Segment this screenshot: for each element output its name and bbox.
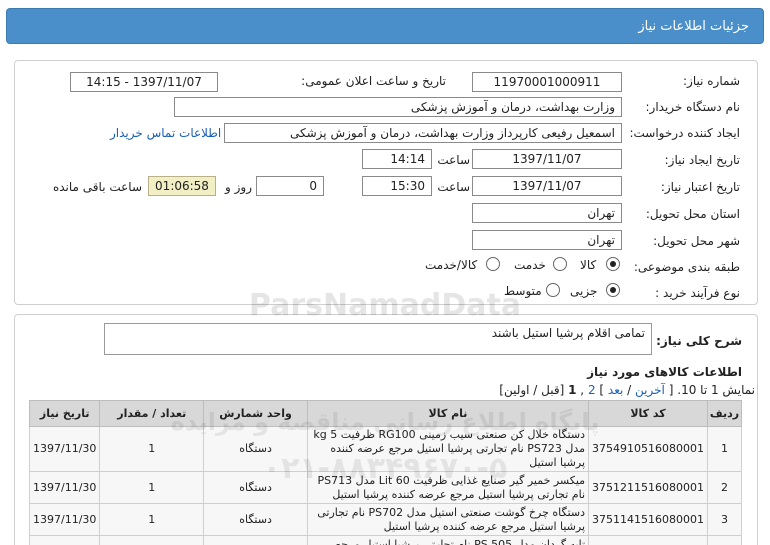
- create-time-label: ساعت: [437, 153, 470, 167]
- items-section-title: اطلاعات کالاهای مورد نیاز: [587, 365, 742, 379]
- col-name: نام کالا: [306, 400, 590, 427]
- remaining-time-field: 01:06:58: [148, 176, 216, 196]
- cell-code: 3752532516080001: [588, 535, 709, 545]
- category-label: طبقه بندی موضوعی:: [633, 260, 740, 274]
- cell-unit: دستگاه: [203, 535, 308, 545]
- process-minor-label: جزیی: [570, 284, 598, 298]
- cell-row: 1: [707, 426, 742, 472]
- table-header-row: ردیف کد کالا نام کالا واحد شمارش تعداد /…: [28, 400, 742, 427]
- creator-field[interactable]: اسمعیل رفیعی کارپرداز وزارت بهداشت، درما…: [224, 123, 622, 143]
- cell-date: 1397/11/30: [28, 535, 101, 545]
- cell-unit: دستگاه: [203, 471, 308, 504]
- cell-name: دستگاه چرخ گوشت صنعتی استیل مدل PS702 نا…: [306, 503, 590, 536]
- process-minor-radio[interactable]: [606, 283, 620, 297]
- cell-qty: 1: [99, 535, 205, 545]
- province-field[interactable]: تهران: [472, 203, 622, 223]
- buyer-label: نام دستگاه خریدار:: [645, 100, 741, 114]
- table-row[interactable]: 3 3751141516080001 دستگاه چرخ گوشت صنعتی…: [28, 503, 742, 536]
- create-date-field[interactable]: 1397/11/07: [472, 149, 622, 169]
- pager-last-link[interactable]: آخرین: [635, 383, 665, 397]
- page-title: جزئیات اطلاعات نیاز: [638, 19, 749, 34]
- announce-field[interactable]: 1397/11/07 - 14:15: [70, 72, 218, 92]
- pager: نمایش 1 تا 10. [ آخرین / بعد ] 2 , 1 [قب…: [499, 383, 755, 397]
- items-table: ردیف کد کالا نام کالا واحد شمارش تعداد /…: [28, 400, 742, 545]
- cell-date: 1397/11/30: [28, 426, 101, 472]
- category-goods-label: کالا: [580, 258, 597, 272]
- create-time-field[interactable]: 14:14: [362, 149, 432, 169]
- table-row[interactable]: 1 3754910516080001 دستگاه خلال کن صنعتی …: [28, 426, 742, 472]
- category-service-radio[interactable]: [553, 257, 567, 271]
- pager-prefix: نمایش 1 تا 10.: [677, 383, 755, 397]
- buyer-contact-link[interactable]: اطلاعات تماس خریدار: [110, 126, 221, 140]
- cell-code: 3754910516080001: [588, 426, 709, 472]
- col-unit: واحد شمارش: [203, 400, 308, 427]
- city-label: شهر محل تحویل:: [653, 234, 740, 248]
- table-row[interactable]: 4 3752532516080001 تابه گردان مدل PS 505…: [28, 535, 742, 545]
- validity-label: تاریخ اعتبار نیاز:: [660, 180, 740, 194]
- remaining-label: ساعت باقی مانده: [52, 180, 142, 194]
- pager-next-link[interactable]: بعد: [608, 383, 623, 397]
- validity-time-field[interactable]: 15:30: [362, 176, 432, 196]
- col-code: کد کالا: [588, 400, 709, 427]
- need-number-label: شماره نیاز:: [683, 74, 740, 88]
- cell-unit: دستگاه: [203, 426, 308, 472]
- announce-label: تاریخ و ساعت اعلان عمومی:: [301, 74, 446, 88]
- buyer-field[interactable]: وزارت بهداشت، درمان و آموزش پزشکی: [174, 97, 622, 117]
- description-label: شرح کلی نیاز:: [656, 334, 742, 348]
- category-both-radio[interactable]: [486, 257, 500, 271]
- category-both-label: کالا/خدمت: [425, 258, 478, 272]
- days-field[interactable]: 0: [256, 176, 324, 196]
- cell-unit: دستگاه: [203, 503, 308, 536]
- validity-time-label: ساعت: [437, 180, 470, 194]
- process-label: نوع فرآیند خرید :: [655, 286, 740, 300]
- cell-row: 2: [707, 471, 742, 504]
- process-medium-label: متوسط: [504, 284, 542, 298]
- cell-row: 4: [707, 535, 742, 545]
- creator-label: ایجاد کننده درخواست:: [629, 126, 740, 140]
- cell-qty: 1: [99, 503, 205, 536]
- table-row[interactable]: 2 3751211516080001 میکسر خمیر گیر صنایع …: [28, 471, 742, 504]
- cell-name: دستگاه خلال کن صنعتی سیب زمینی RG100 ظرف…: [306, 426, 590, 472]
- col-row: ردیف: [707, 400, 742, 427]
- cell-name: میکسر خمیر گیر صنایع غذایی ظرفیت Lit 60 …: [306, 471, 590, 504]
- cell-date: 1397/11/30: [28, 503, 101, 536]
- description-field[interactable]: تمامی اقلام پرشیا استیل باشند: [104, 323, 652, 355]
- cell-code: 3751211516080001: [588, 471, 709, 504]
- cell-name: تابه گردان مدل PS 505 نام تجارتی پرشیا ا…: [306, 535, 590, 545]
- cell-qty: 1: [99, 471, 205, 504]
- days-label: روز و: [225, 180, 252, 194]
- col-date: تاریخ نیاز: [28, 400, 101, 427]
- city-field[interactable]: تهران: [472, 230, 622, 250]
- province-label: استان محل تحویل:: [645, 207, 740, 221]
- pager-tail: [قبل / اولین]: [499, 383, 565, 397]
- validity-date-field[interactable]: 1397/11/07: [472, 176, 622, 196]
- need-number-field[interactable]: 11970001000911: [472, 72, 622, 92]
- pager-page-2[interactable]: 2: [588, 383, 596, 397]
- cell-row: 3: [707, 503, 742, 536]
- col-qty: تعداد / مقدار: [99, 400, 205, 427]
- cell-qty: 1: [99, 426, 205, 472]
- category-goods-radio[interactable]: [606, 257, 620, 271]
- cell-code: 3751141516080001: [588, 503, 709, 536]
- create-date-label: تاریخ ایجاد نیاز:: [664, 153, 740, 167]
- category-service-label: خدمت: [514, 258, 546, 272]
- page-header: جزئیات اطلاعات نیاز: [6, 8, 764, 44]
- process-medium-radio[interactable]: [546, 283, 560, 297]
- cell-date: 1397/11/30: [28, 471, 101, 504]
